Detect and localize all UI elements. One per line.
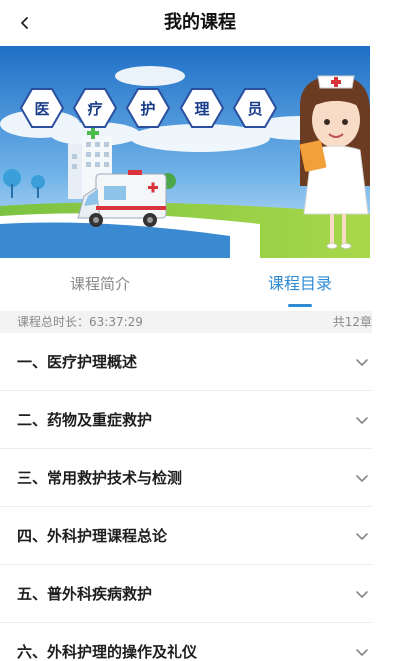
badge-char: 员 bbox=[247, 100, 262, 118]
top-bar: 我的课程 bbox=[0, 0, 400, 46]
chapter-title: 三、常用救护技术与检测 bbox=[17, 469, 183, 487]
chevron-down-icon bbox=[356, 359, 368, 366]
course-tabs: 课程简介 课程目录 bbox=[0, 258, 400, 308]
course-summary-bar: 课程总时长：63:37:29 共12章 bbox=[0, 311, 372, 333]
chapter-title: 二、药物及重症救护 bbox=[17, 411, 153, 429]
chevron-down-icon bbox=[356, 475, 368, 482]
chapter-count: 共12章 bbox=[332, 315, 372, 329]
chevron-down-icon bbox=[356, 417, 368, 424]
tab-course-catalog[interactable]: 课程目录 bbox=[200, 258, 400, 308]
chapter-item[interactable]: 五、普外科疾病救护 bbox=[0, 565, 372, 623]
badge-char: 疗 bbox=[87, 100, 102, 118]
total-duration: 课程总时长：63:37:29 bbox=[17, 315, 143, 329]
chapter-title: 四、外科护理课程总论 bbox=[17, 527, 168, 545]
chapter-title: 五、普外科疾病救护 bbox=[17, 585, 153, 603]
chevron-down-icon bbox=[356, 533, 368, 540]
course-banner: 医 疗 护 理 员 bbox=[0, 46, 370, 258]
chevron-down-icon bbox=[356, 649, 368, 656]
active-tab-indicator bbox=[288, 304, 312, 307]
badge-char: 医 bbox=[34, 100, 49, 118]
tab-course-intro[interactable]: 课程简介 bbox=[0, 258, 200, 308]
chapter-item[interactable]: 三、常用救护技术与检测 bbox=[0, 449, 372, 507]
badge-char: 护 bbox=[140, 100, 155, 118]
chapter-list: 一、医疗护理概述 二、药物及重症救护 三、常用救护技术与检测 四、外科护理课程总… bbox=[0, 333, 372, 661]
chapter-title: 一、医疗护理概述 bbox=[17, 353, 138, 371]
chapter-item[interactable]: 一、医疗护理概述 bbox=[0, 333, 372, 391]
chapter-item[interactable]: 二、药物及重症救护 bbox=[0, 391, 372, 449]
chevron-down-icon bbox=[356, 591, 368, 598]
page-title: 我的课程 bbox=[164, 12, 236, 33]
chapter-title: 六、外科护理的操作及礼仪 bbox=[17, 643, 198, 661]
badge-char: 理 bbox=[194, 100, 209, 118]
chapter-item[interactable]: 四、外科护理课程总论 bbox=[0, 507, 372, 565]
chapter-item[interactable]: 六、外科护理的操作及礼仪 bbox=[0, 623, 372, 661]
